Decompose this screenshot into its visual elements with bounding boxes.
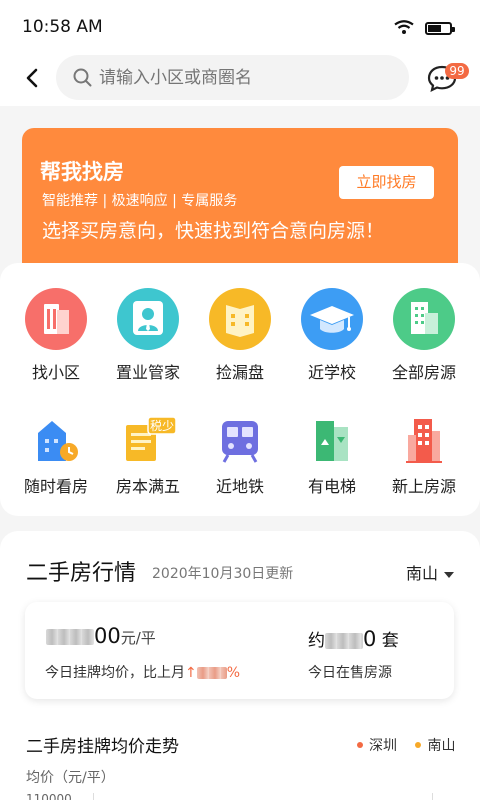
market-updated: 2020年10月30日更新 bbox=[152, 566, 294, 582]
tax-tag: 税少 bbox=[150, 419, 174, 433]
message-badge: 99 bbox=[445, 63, 469, 79]
grid-item-new-listings[interactable]: 新上房源 bbox=[376, 415, 472, 497]
price-note-suffix: % bbox=[226, 665, 241, 681]
count-prefix: 约 bbox=[308, 631, 325, 651]
legend-label: 南山 bbox=[427, 738, 456, 754]
certificate-icon: 税少 bbox=[126, 416, 177, 461]
chart-gridline bbox=[93, 793, 94, 800]
find-house-banner[interactable]: 帮我找房 智能推荐 | 极速响应 | 专属服务 选择买房意向，快速找到符合意向房… bbox=[22, 128, 458, 280]
subway-icon bbox=[222, 421, 258, 463]
status-bar: 10:58 AM bbox=[0, 0, 480, 52]
legend-dot bbox=[415, 742, 422, 748]
count-unit: 套 bbox=[381, 631, 399, 651]
legend-dot bbox=[357, 742, 363, 748]
banner-tags: 智能推荐 | 极速响应 | 专属服务 bbox=[42, 193, 238, 209]
grid-label: 随时看房 bbox=[23, 477, 88, 496]
agent-icon bbox=[117, 288, 179, 350]
trend-title: 二手房挂牌均价走势 bbox=[26, 737, 179, 757]
grid-item-bargain[interactable]: 捡漏盘 bbox=[192, 287, 288, 383]
elevator-icon bbox=[316, 421, 348, 461]
grid-item-elevator[interactable]: 有电梯 bbox=[284, 415, 380, 497]
office-icon bbox=[393, 288, 455, 350]
grid-item-certificate-five-years[interactable]: 税少 房本满五 bbox=[100, 415, 196, 497]
wifi-icon bbox=[394, 20, 414, 34]
grid-item-near-subway[interactable]: 近地铁 bbox=[192, 415, 288, 497]
grid-item-property-agent[interactable]: 置业管家 bbox=[100, 287, 196, 383]
stats-card: 00元/平 今日挂牌均价，比上月↑% 约 0 套 今日在售房源 bbox=[25, 602, 454, 699]
count-note: 今日在售房源 bbox=[308, 665, 392, 681]
chart-gridline bbox=[432, 793, 433, 800]
search-input[interactable] bbox=[99, 55, 389, 100]
grid-label: 房本满五 bbox=[115, 477, 180, 496]
chart-y-label: 均价（元/平） bbox=[26, 770, 115, 786]
building-icon bbox=[25, 288, 87, 350]
battery-icon bbox=[425, 22, 455, 35]
chart-legend: 深圳 南山 bbox=[357, 735, 455, 755]
search-box[interactable] bbox=[56, 55, 409, 100]
average-price: 00元/平 bbox=[46, 624, 156, 648]
banner-title: 帮我找房 bbox=[40, 160, 124, 184]
grid-label: 近学校 bbox=[307, 363, 356, 382]
chevron-down-icon bbox=[444, 571, 455, 578]
book-icon bbox=[209, 288, 271, 350]
masked-value bbox=[46, 629, 94, 645]
banner-slogan: 选择买房意向，快速找到符合意向房源！ bbox=[42, 220, 385, 242]
graduation-cap-icon bbox=[301, 288, 363, 350]
grid-item-all-listings[interactable]: 全部房源 bbox=[376, 287, 472, 383]
arrow-up-icon: ↑ bbox=[185, 665, 197, 681]
grid-label: 找小区 bbox=[31, 363, 80, 382]
listing-count: 约 0 套 bbox=[308, 626, 399, 651]
grid-item-near-school[interactable]: 近学校 bbox=[284, 287, 380, 383]
price-tail: 00 bbox=[94, 624, 121, 648]
new-building-icon bbox=[406, 419, 442, 463]
chevron-left-icon bbox=[26, 68, 38, 88]
price-unit: 元/平 bbox=[120, 629, 156, 647]
region-value: 南山 bbox=[406, 564, 439, 583]
status-time: 10:58 AM bbox=[22, 17, 103, 37]
house-clock-icon bbox=[38, 421, 78, 461]
masked-value bbox=[196, 667, 227, 679]
count-tail: 0 bbox=[363, 627, 377, 651]
grid-label: 近地铁 bbox=[215, 477, 264, 496]
back-button[interactable] bbox=[22, 66, 44, 90]
search-icon bbox=[73, 68, 92, 87]
price-note-prefix: 今日挂牌均价，比上月 bbox=[45, 665, 185, 681]
top-bar: 99 bbox=[0, 52, 480, 106]
market-section: 二手房行情 2020年10月30日更新 南山 00元/平 今日挂牌均价，比上月↑… bbox=[0, 531, 480, 800]
grid-label: 有电梯 bbox=[307, 477, 356, 496]
grid-item-view-anytime[interactable]: 随时看房 bbox=[8, 415, 104, 497]
grid-item-find-community[interactable]: 找小区 bbox=[8, 287, 104, 383]
masked-value bbox=[325, 633, 363, 649]
region-dropdown[interactable]: 南山 bbox=[406, 560, 455, 584]
grid-label: 置业管家 bbox=[115, 363, 180, 382]
price-note: 今日挂牌均价，比上月↑% bbox=[45, 662, 240, 682]
market-title: 二手房行情 bbox=[26, 561, 137, 586]
grid-label: 全部房源 bbox=[391, 363, 456, 382]
find-house-button[interactable]: 立即找房 bbox=[339, 166, 434, 199]
chart-y-tick: 110000 bbox=[26, 792, 72, 800]
grid-label: 捡漏盘 bbox=[215, 363, 264, 382]
grid-label: 新上房源 bbox=[391, 477, 456, 496]
legend-label: 深圳 bbox=[369, 738, 397, 754]
shortcut-grid: 找小区 置业管家 捡漏盘 近学校 全部房源 随时看房 税少 房本满五 近地铁 有… bbox=[0, 263, 480, 516]
